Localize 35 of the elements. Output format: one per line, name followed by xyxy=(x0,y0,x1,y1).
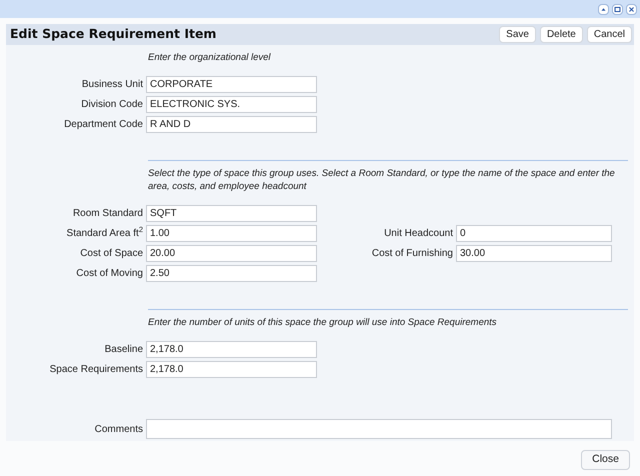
instruction-text: Enter the number of units of this space the group will use into Space Requirements xyxy=(148,316,498,329)
input-field[interactable]: 20.00 xyxy=(146,244,317,262)
field-label: Standard Area ft$^{2}$ xyxy=(66,226,144,240)
input-field[interactable]: R AND D xyxy=(146,116,317,132)
field-label: Department Code xyxy=(63,118,144,132)
field-label: Cost of Furnishing xyxy=(370,246,454,260)
field-label: Unit Headcount xyxy=(383,226,454,240)
header-button[interactable]: Delete xyxy=(540,26,583,43)
field-label: Space Requirements xyxy=(48,362,144,376)
header-button[interactable]: Cancel xyxy=(586,26,632,43)
input-field[interactable]: 2.50 xyxy=(146,264,317,282)
instruction-text: Enter the organizational level xyxy=(148,51,272,64)
field-label: Baseline xyxy=(104,342,144,356)
field-label: Room Standard xyxy=(72,206,144,220)
collapse-icon[interactable] xyxy=(598,4,609,14)
comments-field[interactable] xyxy=(146,419,612,439)
dialog-title: Edit Space Requirement Item xyxy=(10,25,216,44)
input-field[interactable]: 0 xyxy=(456,224,612,242)
input-field[interactable]: 2,178.0 xyxy=(146,340,317,358)
close-icon[interactable] xyxy=(626,4,637,14)
field-label: Cost of Space xyxy=(79,246,144,260)
maximize-icon[interactable] xyxy=(612,4,623,14)
field-label: Cost of Moving xyxy=(75,266,144,280)
field-label: Division Code xyxy=(80,98,144,112)
field-label: Business Unit xyxy=(80,78,144,92)
input-field[interactable]: 1.00 xyxy=(146,224,317,242)
instruction-text: Select the type of space this group uses. Select a Room Standard, or type the name of the space and enter the area, costs, and employee headcount xyxy=(148,167,616,193)
input-field[interactable]: CORPORATE xyxy=(146,76,317,92)
field-label: Comments xyxy=(94,422,144,436)
close-button[interactable]: Close xyxy=(581,450,630,470)
input-field[interactable]: 30.00 xyxy=(456,244,612,262)
header-button[interactable]: Save xyxy=(499,26,536,43)
input-field[interactable]: ELECTRONIC SYS. xyxy=(146,96,317,112)
input-field[interactable]: 2,178.0 xyxy=(146,360,317,378)
input-field[interactable]: SQFT xyxy=(146,204,317,222)
